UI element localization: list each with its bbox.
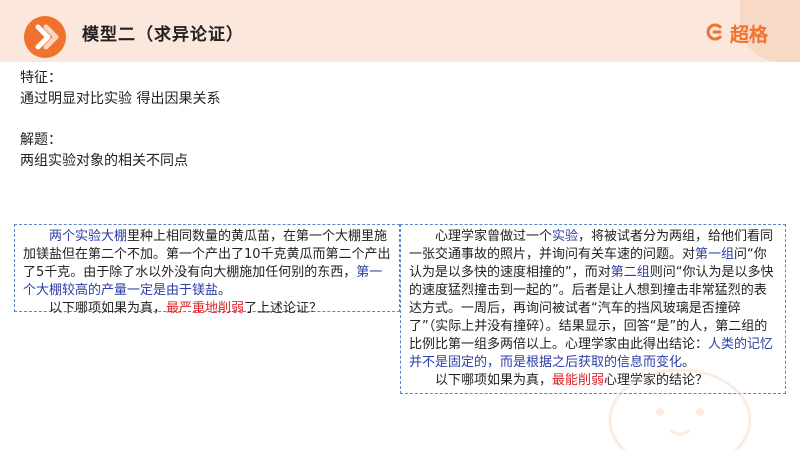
box2-highlight-experiment: 实验 <box>552 229 579 244</box>
box2-question-a: 以下哪项如果为真， <box>435 373 553 388</box>
mascot-watermark-icon <box>580 300 780 454</box>
box2-highlight-group2: 第二组 <box>610 265 650 280</box>
features-label: 特征： <box>20 70 62 86</box>
brand-name: 超格 <box>729 24 768 46</box>
brand-c-icon <box>704 22 724 46</box>
brand-logo: 超格 <box>704 20 768 47</box>
header-bar: 模型二（求异论证） 超格 <box>0 0 800 62</box>
box2-highlight-group1: 第一组 <box>695 247 735 262</box>
box1-period: 。 <box>218 283 232 298</box>
box1-question: 以下哪项如果为真，最严重地削弱了上述论证？ <box>23 300 391 318</box>
box1-paragraph: 两个实验大棚里种上相同数量的黄瓜苗，在第一个大棚里施加镁盐但在第二个不加。第一个… <box>23 228 391 300</box>
example-box-greenhouse: 两个实验大棚里种上相同数量的黄瓜苗，在第一个大棚里施加镁盐但在第二个不加。第一个… <box>14 224 400 316</box>
solution-text: 两组实验对象的相关不同点 <box>20 153 188 169</box>
arrow-logo-icon <box>24 16 66 58</box>
box1-question-key: 最严重地削弱 <box>166 301 245 316</box>
solution-section: 解题： 两组实验对象的相关不同点 <box>20 130 188 172</box>
box2-text-1: 心理学家曾做过一个 <box>435 229 553 244</box>
solution-label: 解题： <box>20 132 62 148</box>
features-text: 通过明显对比实验 得出因果关系 <box>20 91 221 107</box>
page-title: 模型二（求异论证） <box>82 25 244 45</box>
box1-question-a: 以下哪项如果为真， <box>49 301 167 316</box>
features-section: 特征： 通过明显对比实验 得出因果关系 <box>20 68 220 110</box>
box1-question-c: 了上述论证？ <box>244 301 323 316</box>
box1-highlight-subject: 两个实验大棚 <box>49 229 128 244</box>
